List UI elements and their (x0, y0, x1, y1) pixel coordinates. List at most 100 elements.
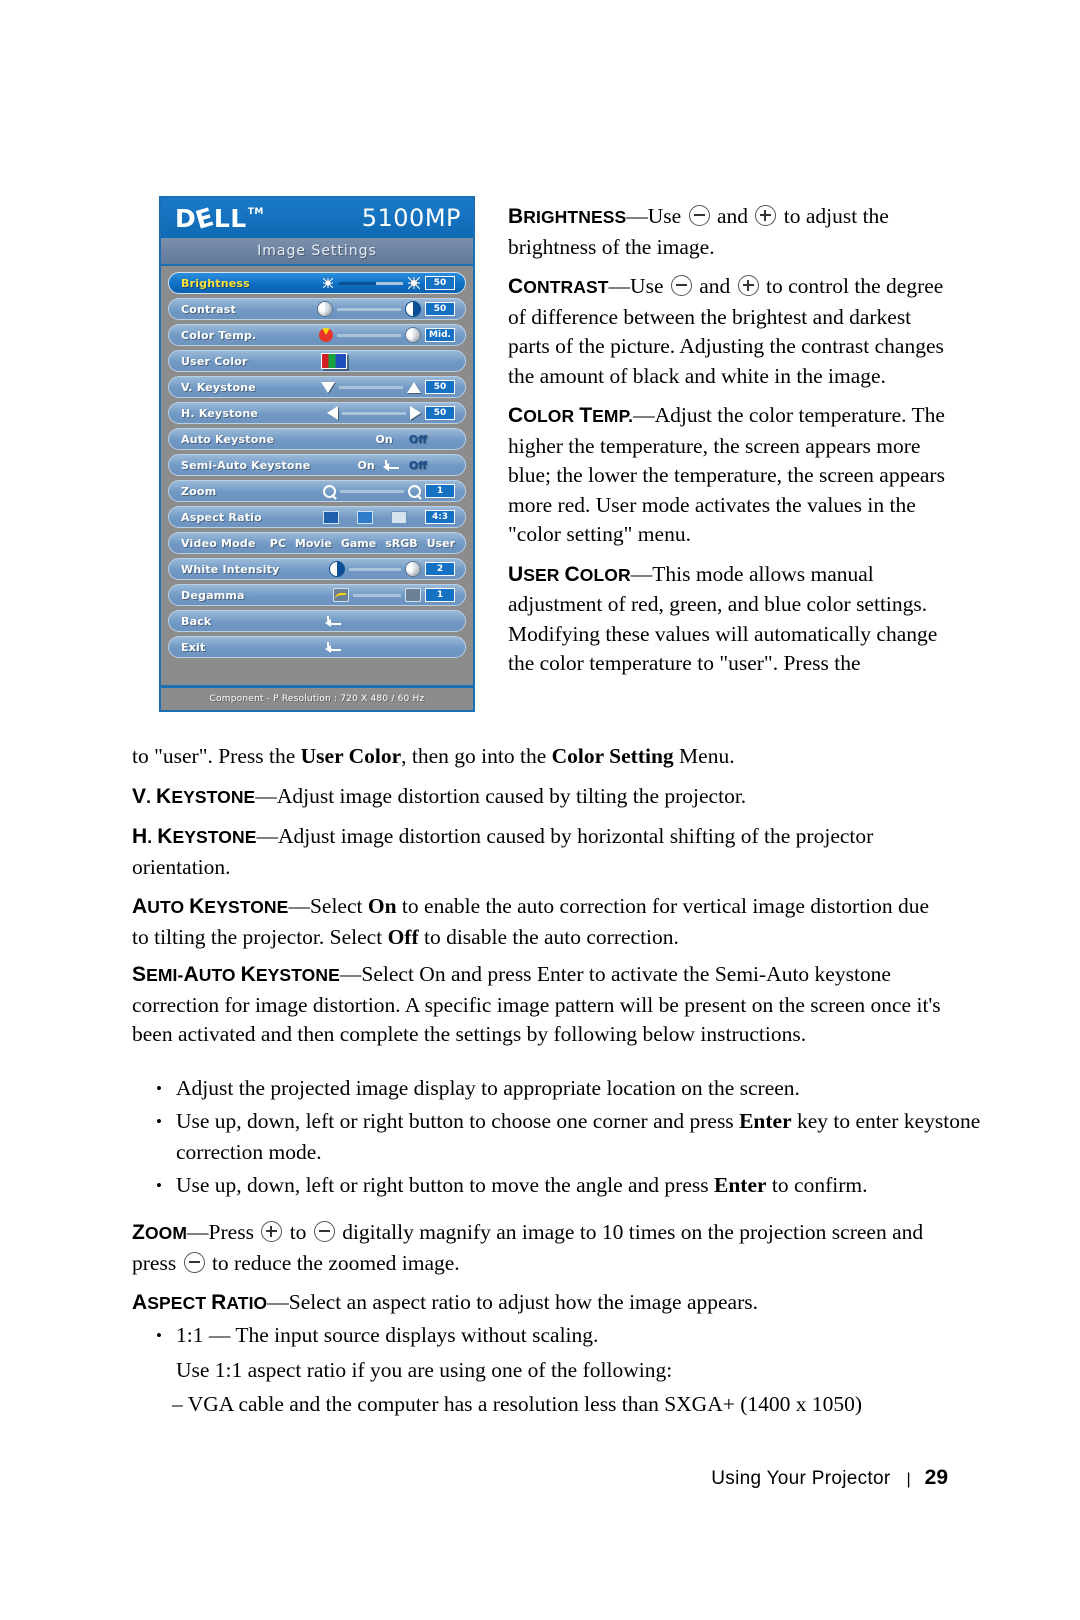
osd-row-aspect-ratio[interactable]: Aspect Ratio 4:3 (168, 506, 466, 528)
osd-row-control[interactable]: 50 (321, 377, 455, 397)
aspect-ratio-bullets: 1:1 — The input source displays without … (132, 1320, 990, 1353)
sun-small-icon (322, 277, 333, 288)
video-mode-pc[interactable]: PC (270, 537, 286, 550)
osd-row-options[interactable]: PC Movie Game sRGB User (270, 537, 455, 550)
osd-row-control[interactable] (325, 611, 343, 631)
osd-row-contrast[interactable]: Contrast 50 (168, 298, 466, 320)
aspect-dash-1: – VGA cable and the computer has a resol… (172, 1392, 863, 1416)
osd-row-control[interactable] (325, 637, 343, 657)
video-mode-user[interactable]: User (427, 537, 455, 550)
list-item: Adjust the projected image display to ap… (156, 1073, 990, 1104)
osd-row-control[interactable]: 50 (317, 299, 455, 319)
option-off[interactable]: Off (409, 459, 427, 472)
enter-arrow-icon (325, 640, 343, 654)
osd-row-label: Exit (181, 640, 206, 654)
right-text-column: BRIGHTNESS—Use and to adjust the brightn… (508, 202, 952, 689)
video-mode-movie[interactable]: Movie (295, 537, 332, 550)
enter-arrow-icon (382, 458, 401, 472)
list-item: Use up, down, left or right button to ch… (156, 1106, 990, 1168)
paragraph-semi-auto-keystone: SEMI-AUTO KEYSTONE—Select On and press E… (132, 962, 941, 1046)
osd-row-user-color[interactable]: User Color (168, 350, 466, 372)
aspect-4to3-icon[interactable] (391, 510, 407, 524)
osd-row-value: 1 (425, 588, 455, 602)
slider-track[interactable] (339, 281, 403, 285)
bullet-3-text-a: Use up, down, left or right button to mo… (176, 1173, 714, 1197)
footer-separator: | (906, 1471, 911, 1488)
osd-row-brightness[interactable]: Brightness 50 (168, 272, 466, 294)
osd-row-video-mode[interactable]: Video Mode PC Movie Game sRGB User (168, 532, 466, 554)
minus-key-icon (688, 205, 710, 226)
paragraph-user-color-continued: to "user". Press the User Color, then go… (132, 742, 950, 772)
option-off[interactable]: Off (409, 433, 427, 446)
osd-row-control[interactable]: 50 (327, 403, 455, 423)
paragraph-auto-keystone: AUTO KEYSTONE—Select On to enable the au… (132, 894, 930, 949)
bullet-1-text: Adjust the projected image display to ap… (176, 1076, 800, 1100)
slider-track[interactable] (353, 593, 401, 597)
osd-row-v-keystone[interactable]: V. Keystone 50 (168, 376, 466, 398)
osd-row-white-intensity[interactable]: White Intensity 2 (168, 558, 466, 580)
slider-track[interactable] (349, 567, 401, 571)
option-on[interactable]: On (376, 433, 393, 446)
osd-row-color-temp[interactable]: Color Temp. Mid. (168, 324, 466, 346)
trapezoid-up-icon (407, 381, 421, 393)
option-on[interactable]: On (358, 459, 375, 472)
paragraph-brightness: BRIGHTNESS—Use and to adjust the brightn… (508, 204, 889, 259)
paragraph-color-temp: COLOR TEMP.—Adjust the color temperature… (508, 403, 945, 546)
osd-row-back[interactable]: Back (168, 610, 466, 632)
slider-track[interactable] (340, 489, 404, 493)
osd-menu-title: Image Settings (257, 243, 377, 259)
gamma-curve-high-icon (405, 588, 421, 602)
video-mode-game[interactable]: Game (341, 537, 376, 550)
slider-track[interactable] (342, 411, 406, 415)
osd-row-value: Mid. (425, 328, 455, 342)
osd-row-value: 50 (425, 380, 455, 394)
aspect-ratio-subtext: Use 1:1 aspect ratio if you are using on… (132, 1355, 994, 1386)
osd-row-options[interactable]: On Off (358, 458, 427, 472)
auto-keystone-text-a: Select (309, 894, 368, 918)
aspect-ratio-text: Select an aspect ratio to adjust how the… (288, 1290, 759, 1314)
osd-header: DELL TM 5100MP (161, 198, 473, 238)
enter-arrow-icon (325, 614, 343, 628)
term-semi-auto-keystone: SEMI-AUTO KEYSTONE (132, 963, 340, 986)
osd-row-exit[interactable]: Exit (168, 636, 466, 658)
osd-row-control[interactable]: Mid. (319, 325, 455, 345)
bold-enter: Enter (714, 1173, 767, 1197)
circle-half-icon (405, 327, 421, 343)
aspect-16to9-icon[interactable] (357, 510, 373, 524)
osd-row-semi-auto-keystone[interactable]: Semi-Auto Keystone On Off (168, 454, 466, 476)
slider-track[interactable] (337, 333, 401, 337)
osd-row-label: Aspect Ratio (181, 510, 262, 524)
osd-row-auto-keystone[interactable]: Auto Keystone On Off (168, 428, 466, 450)
slider-track[interactable] (339, 385, 403, 389)
osd-row-label: Contrast (181, 302, 236, 316)
plus-key-icon (755, 205, 777, 226)
osd-row-control[interactable] (321, 351, 347, 371)
osd-row-value: 1 (425, 484, 455, 498)
osd-row-value: 50 (425, 302, 455, 316)
osd-row-label: User Color (181, 354, 248, 368)
osd-row-control[interactable]: 4:3 (323, 507, 455, 527)
video-mode-srgb[interactable]: sRGB (385, 537, 417, 550)
paragraph-aspect-ratio: ASPECT RATIO—Select an aspect ratio to a… (132, 1290, 759, 1314)
osd-row-control[interactable]: 1 (323, 481, 455, 501)
osd-row-control[interactable]: 1 (333, 585, 455, 605)
page-footer: Using Your Projector | 29 (0, 1466, 1080, 1490)
slider-track[interactable] (337, 307, 401, 311)
osd-row-control[interactable]: 2 (329, 559, 455, 579)
bold-off: Off (387, 924, 419, 949)
osd-row-h-keystone[interactable]: H. Keystone 50 (168, 402, 466, 424)
term-h-keystone: H. KEYSTONE (132, 825, 257, 848)
osd-row-label: Auto Keystone (181, 432, 275, 446)
osd-row-zoom[interactable]: Zoom 1 (168, 480, 466, 502)
trapezoid-right-icon (410, 406, 421, 420)
paragraph-h-keystone: H. KEYSTONE—Adjust image distortion caus… (132, 824, 874, 879)
minus-key-icon (313, 1221, 335, 1242)
osd-row-control[interactable]: 50 (321, 273, 455, 293)
footer-page-number: 29 (924, 1466, 948, 1489)
dell-wordmark: DELL (175, 201, 247, 235)
osd-row-degamma[interactable]: Degamma 1 (168, 584, 466, 606)
osd-row-options[interactable]: On Off (376, 433, 427, 446)
osd-row-label: Semi-Auto Keystone (181, 458, 311, 472)
bullet-3-text-b: to confirm. (766, 1173, 868, 1197)
aspect-1to1-icon[interactable] (323, 510, 339, 524)
